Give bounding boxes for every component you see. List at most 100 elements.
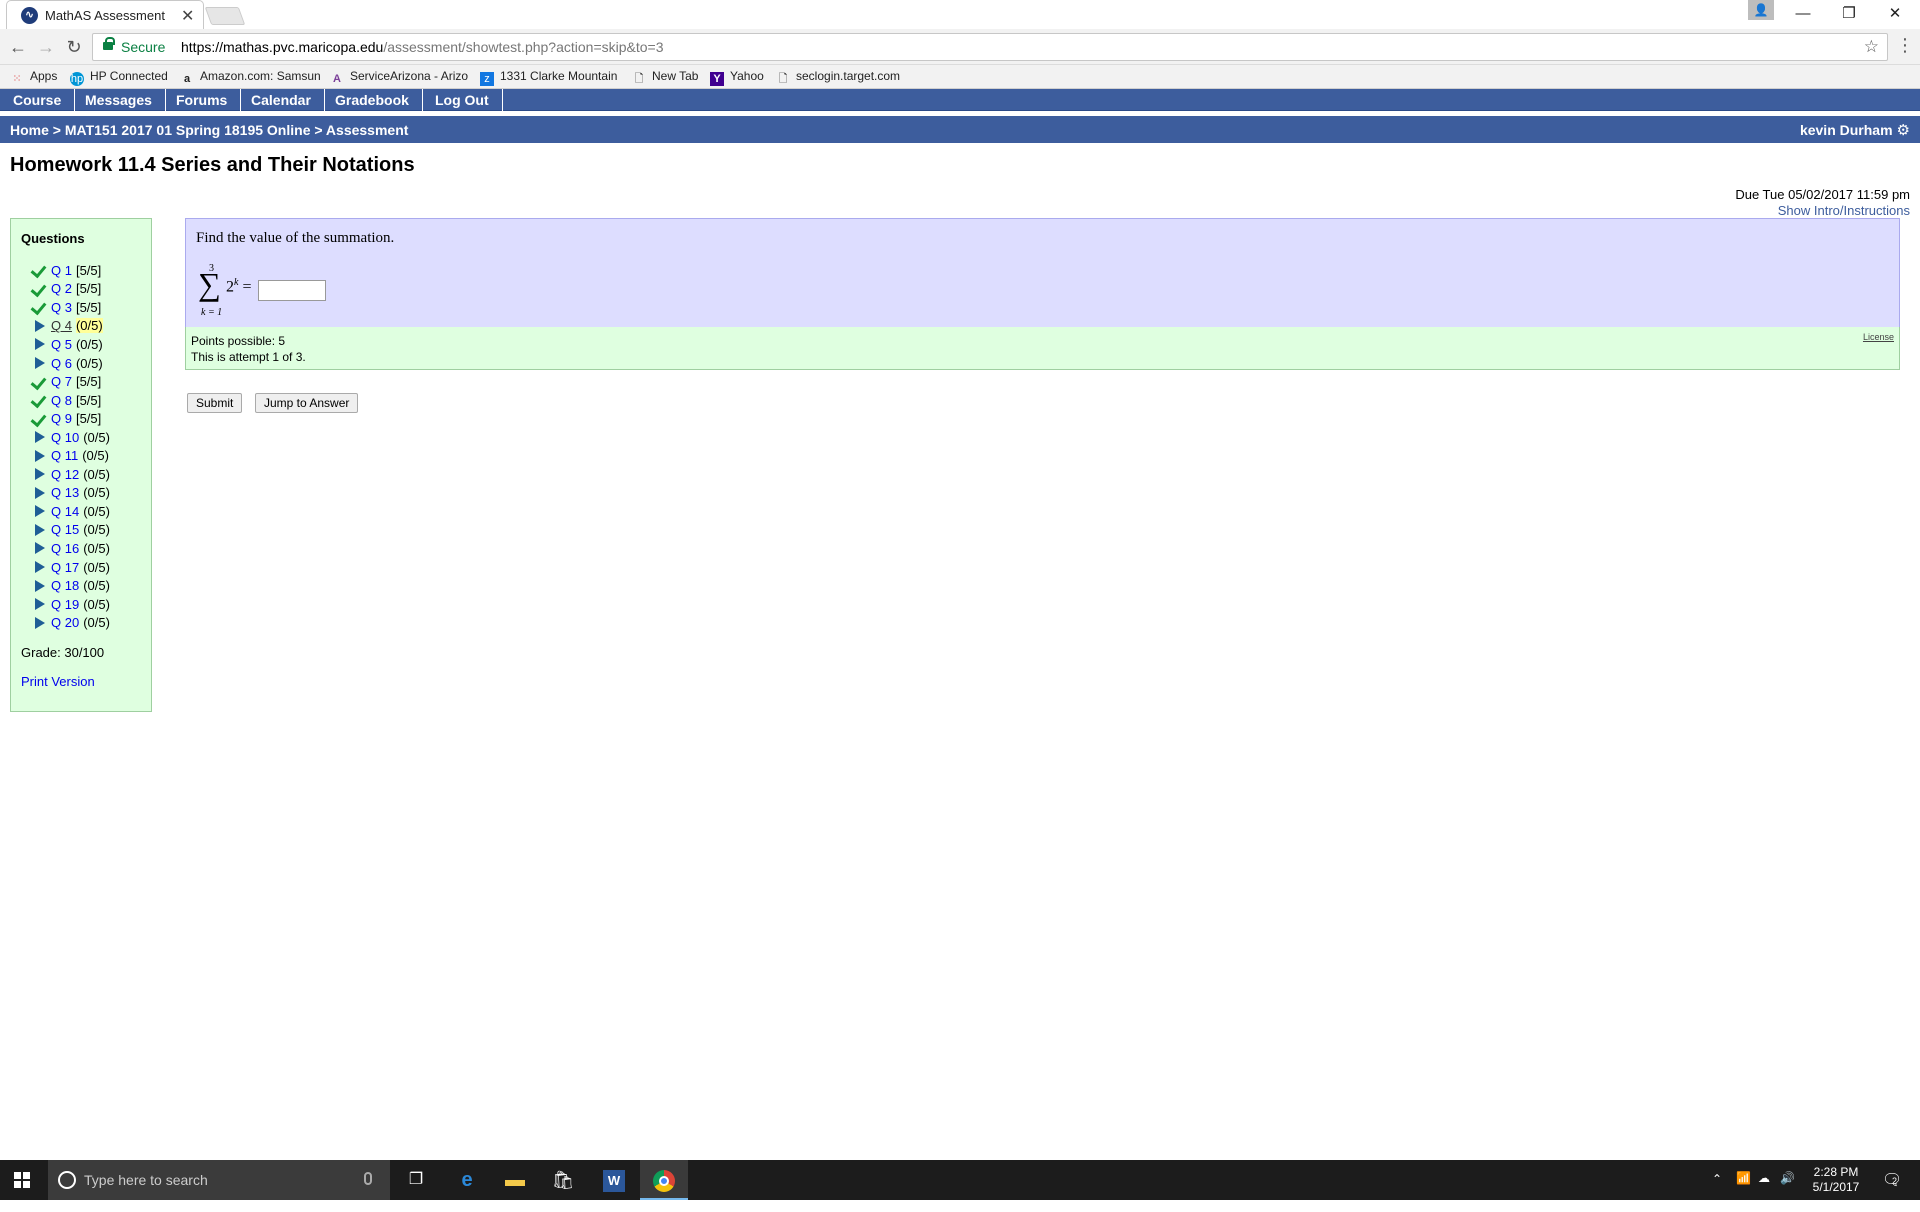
question-link[interactable]: Q 15 [51,522,79,537]
summation-lower-limit: k = 1 [201,307,223,318]
question-link[interactable]: Q 18 [51,578,79,593]
bookmark-servicearizona[interactable]: A ServiceArizona - Arizo [330,69,468,86]
volume-icon[interactable]: 🔊 [1780,1171,1795,1211]
bookmark-yahoo[interactable]: Y Yahoo [710,69,764,86]
play-arrow-icon [31,467,49,481]
gear-icon[interactable]: ⚙ [1897,121,1910,139]
microphone-icon[interactable] [364,1172,372,1185]
user-menu[interactable]: kevin Durham ⚙ [1800,121,1910,139]
profile-icon[interactable]: 👤 [1748,0,1774,20]
bookmark-1331-clarke[interactable]: z 1331 Clarke Mountain [480,69,617,86]
question-link[interactable]: Q 5 [51,337,72,352]
network-icon[interactable]: 📶 [1736,1171,1751,1211]
question-link[interactable]: Q 4 [51,318,72,333]
question-link[interactable]: Q 13 [51,485,79,500]
question-link[interactable]: Q 16 [51,541,79,556]
submit-button[interactable]: Submit [187,393,243,413]
chevron-up-icon[interactable]: ⌃ [1712,1172,1722,1212]
sigma-icon: ∑ [198,266,221,302]
grade-text: Grade: 30/100 [21,645,105,660]
jump-to-answer-button[interactable]: Jump to Answer [255,393,359,413]
license-link[interactable]: License [1863,332,1894,342]
question-box: Find the value of the summation. 3 ∑ k =… [185,218,1900,328]
question-list-item: Q 12 (0/5) [31,465,110,484]
word-icon[interactable]: W [590,1160,638,1200]
url-host: https://mathas.pvc.maricopa.edu [181,39,384,55]
browser-tab[interactable]: ∿ MathAS Assessment ✕ [6,0,204,29]
taskbar-search[interactable]: Type here to search [48,1160,390,1200]
bookmark-star-icon[interactable]: ☆ [1864,37,1879,57]
amazon-icon: a [183,73,191,85]
question-link[interactable]: Q 19 [51,597,79,612]
window-close-button[interactable]: ✕ [1872,2,1918,26]
question-link[interactable]: Q 3 [51,300,72,315]
taskbar-clock[interactable]: 2:28 PM 5/1/2017 [1800,1165,1872,1195]
question-list-item: Q 11 (0/5) [31,446,110,465]
chrome-icon[interactable] [640,1160,688,1200]
task-view-icon[interactable]: ❐ [392,1160,440,1200]
nav-course[interactable]: Course [0,89,76,111]
store-icon[interactable]: 🛍 [539,1160,587,1200]
nav-calendar[interactable]: Calendar [238,89,325,111]
question-link[interactable]: Q 7 [51,374,72,389]
bookmark-hp-connected[interactable]: hp HP Connected [70,69,168,86]
new-tab-button[interactable] [204,7,246,25]
breadcrumb[interactable]: Home > MAT151 2017 01 Spring 18195 Onlin… [10,122,408,138]
question-list-item: Q 15 (0/5) [31,521,110,540]
taskbar-search-placeholder: Type here to search [84,1172,208,1188]
bookmark-new-tab[interactable]: 🗋 New Tab [632,69,699,86]
question-link[interactable]: Q 20 [51,615,79,630]
question-link[interactable]: Q 9 [51,411,72,426]
close-tab-icon[interactable]: ✕ [181,6,194,26]
edge-icon[interactable]: e [443,1160,491,1200]
checkmark-icon [31,375,49,389]
play-arrow-icon [31,560,49,574]
question-list-item: Q 19 (0/5) [31,595,110,614]
question-prompt: Find the value of the summation. [196,230,395,246]
question-list-item: Q 10 (0/5) [31,428,110,447]
question-list-item: Q 18 (0/5) [31,576,110,595]
url-text[interactable]: https://mathas.pvc.maricopa.edu/assessme… [181,39,664,55]
play-arrow-icon [31,319,49,333]
play-arrow-icon [31,523,49,537]
address-bar[interactable]: Secure https://mathas.pvc.maricopa.edu/a… [92,33,1888,61]
question-score: (0/5) [83,596,110,612]
browser-tab-strip: ∿ MathAS Assessment ✕ 👤 — ❐ ✕ [0,0,1920,29]
onedrive-icon[interactable]: ☁ [1758,1171,1770,1211]
question-score: (0/5) [83,503,110,519]
bookmark-amazon[interactable]: a Amazon.com: Samsun [180,69,321,86]
checkmark-icon [31,282,49,296]
question-link[interactable]: Q 12 [51,467,79,482]
bookmark-apps[interactable]: ⁙ Apps [10,69,57,86]
reload-icon[interactable]: ↻ [62,35,86,59]
question-link[interactable]: Q 17 [51,560,79,575]
show-intro-link[interactable]: Show Intro/Instructions [1778,203,1910,218]
question-info: Points possible: 5 This is attempt 1 of … [185,327,1900,370]
question-link[interactable]: Q 10 [51,430,79,445]
minimize-button[interactable]: — [1780,2,1826,26]
tab-title: MathAS Assessment [45,8,165,23]
windows-start-icon[interactable] [14,1172,30,1188]
bookmark-seclogin[interactable]: 🗋 seclogin.target.com [776,69,901,86]
nav-gradebook[interactable]: Gradebook [322,89,423,111]
question-link[interactable]: Q 8 [51,393,72,408]
question-link[interactable]: Q 11 [51,448,78,463]
question-link[interactable]: Q 2 [51,281,72,296]
file-explorer-icon[interactable]: ▬ [491,1160,539,1200]
question-score: (0/5) [75,355,103,371]
print-version-link[interactable]: Print Version [21,674,95,689]
notifications-icon[interactable]: 🗨 2 [1882,1170,1902,1210]
back-arrow-icon[interactable]: ← [6,35,30,59]
browser-menu-icon[interactable]: ⋮ [1896,35,1914,56]
answer-input[interactable] [258,280,326,301]
question-score: [5/5] [75,392,102,408]
restore-button[interactable]: ❐ [1826,2,1872,26]
question-link[interactable]: Q 6 [51,356,72,371]
question-link[interactable]: Q 14 [51,504,79,519]
nav-messages[interactable]: Messages [72,89,166,111]
forward-arrow-icon[interactable]: → [34,35,58,59]
nav-logout[interactable]: Log Out [422,89,503,111]
nav-forums[interactable]: Forums [163,89,242,111]
servicearizona-icon: A [333,73,341,85]
question-link[interactable]: Q 1 [51,263,72,278]
